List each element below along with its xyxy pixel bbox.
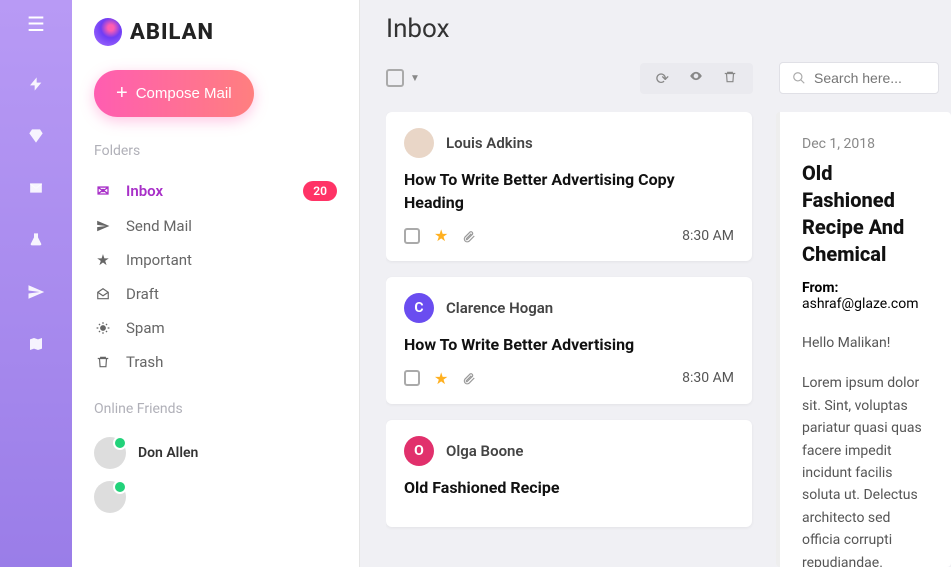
paper-plane-icon [94,219,112,233]
trash-icon [94,355,112,369]
eye-icon[interactable] [687,69,705,88]
avatar [404,128,434,158]
avatar [94,481,126,513]
search-icon [792,71,806,85]
mail-checkbox[interactable] [404,370,420,386]
plus-icon: + [116,82,128,105]
from-value: ashraf@glaze.com [802,296,919,312]
avatar: C [404,293,434,323]
detail-date: Dec 1, 2018 [802,136,929,152]
bug-icon [94,321,112,335]
friends-heading: Online Friends [94,401,337,417]
friend-name: Don Allen [138,445,198,461]
envelope-icon: ✉ [94,182,112,200]
trash-icon[interactable] [723,69,737,88]
brand-name: ABILAN [130,20,214,45]
send-icon[interactable] [16,280,56,304]
mail-subject: Old Fashioned Recipe [404,476,734,499]
mail-card[interactable]: O Olga Boone Old Fashioned Recipe [386,420,752,527]
folder-send-mail[interactable]: Send Mail [94,209,337,243]
diamond-icon[interactable] [16,124,56,148]
mail-detail: Dec 1, 2018 Old Fashioned Recipe And Che… [776,112,951,567]
mail-sender: Olga Boone [446,442,524,460]
nav-rail: ☰ [0,0,72,567]
folder-spam[interactable]: Spam [94,311,337,345]
detail-body: Hello Malikan! Lorem ipsum dolor sit. Si… [802,332,929,567]
avatar [94,437,126,469]
star-icon: ★ [94,251,112,269]
folder-draft[interactable]: Draft [94,277,337,311]
folder-label: Inbox [126,182,163,200]
main-panel: Inbox ▼ ⟳ Louis Adkins How To Write Bett… [360,0,951,567]
star-icon[interactable]: ★ [434,369,448,388]
folder-inbox[interactable]: ✉ Inbox 20 [94,173,337,209]
mail-card[interactable]: C Clarence Hogan How To Write Better Adv… [386,277,752,403]
compose-button[interactable]: + Compose Mail [94,70,254,117]
flask-icon[interactable] [16,228,56,252]
folder-trash[interactable]: Trash [94,345,337,379]
detail-paragraph: Lorem ipsum dolor sit. Sint, voluptas pa… [802,372,929,567]
folder-label: Trash [126,353,163,371]
hamburger-icon[interactable]: ☰ [27,12,45,36]
brand: ABILAN [94,18,337,46]
folders-heading: Folders [94,143,337,159]
friend-item[interactable] [94,475,337,519]
search-box[interactable] [779,62,939,94]
avatar: O [404,436,434,466]
chevron-down-icon[interactable]: ▼ [410,73,420,84]
detail-from: From: ashraf@glaze.com [802,280,929,312]
attachment-icon[interactable] [462,229,476,243]
folder-label: Draft [126,285,159,303]
envelope-icon[interactable] [16,176,56,200]
page-title: Inbox [386,14,951,44]
folder-label: Spam [126,319,165,337]
mail-time: 8:30 AM [682,370,734,386]
brand-logo [94,18,122,46]
folder-label: Important [126,251,192,269]
mail-sender: Louis Adkins [446,134,533,152]
mail-sender: Clarence Hogan [446,299,553,317]
friend-item[interactable]: Don Allen [94,431,337,475]
select-all-checkbox[interactable] [386,69,404,87]
search-input[interactable] [814,70,926,86]
detail-paragraph: Hello Malikan! [802,332,929,354]
envelope-open-icon [94,287,112,301]
folder-important[interactable]: ★ Important [94,243,337,277]
refresh-icon[interactable]: ⟳ [656,69,669,88]
toolbar: ▼ ⟳ [386,62,951,94]
online-friends: Online Friends Don Allen [94,401,337,519]
mail-card[interactable]: Louis Adkins How To Write Better Adverti… [386,112,752,261]
sidebar: ABILAN + Compose Mail Folders ✉ Inbox 20… [72,0,360,567]
mail-time: 8:30 AM [682,228,734,244]
attachment-icon[interactable] [462,371,476,385]
mail-subject: How To Write Better Advertising Copy Hea… [404,168,734,214]
detail-title: Old Fashioned Recipe And Chemical [802,160,929,268]
folder-label: Send Mail [126,217,192,235]
mail-checkbox[interactable] [404,228,420,244]
compose-label: Compose Mail [136,85,232,102]
inbox-badge: 20 [303,181,337,201]
mail-subject: How To Write Better Advertising [404,333,734,356]
mail-list: Louis Adkins How To Write Better Adverti… [386,112,756,567]
bolt-icon[interactable] [16,72,56,96]
from-label: From: [802,280,838,296]
map-icon[interactable] [16,332,56,356]
star-icon[interactable]: ★ [434,226,448,245]
